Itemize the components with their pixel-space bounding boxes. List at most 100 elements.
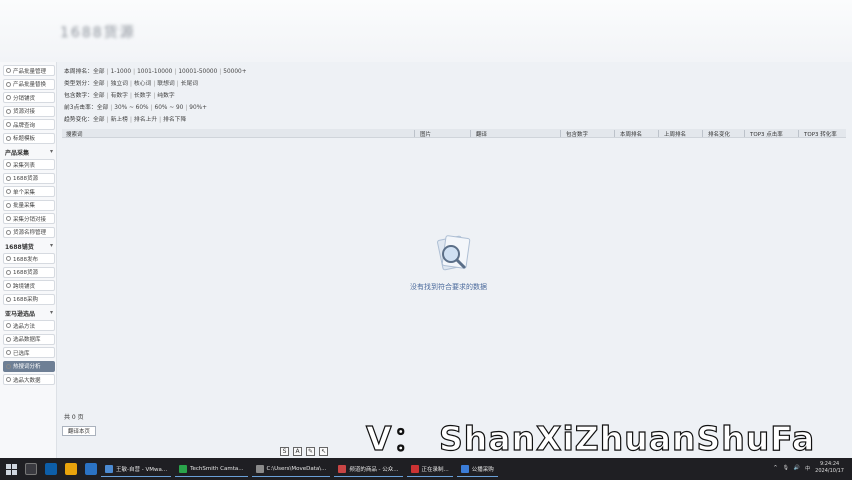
column-header[interactable]: 本周排名 xyxy=(620,130,642,138)
sidebar-item[interactable]: 跨境铺货 xyxy=(3,280,55,291)
sidebar-group-title[interactable]: 1688铺货 ▾ xyxy=(5,242,53,251)
ime-icon[interactable]: 中 xyxy=(805,465,810,472)
terminal-icon[interactable] xyxy=(25,463,37,475)
sidebar-item[interactable]: 产品批量管理 xyxy=(3,65,55,76)
sidebar-item[interactable]: 1688发布 xyxy=(3,253,55,264)
sidebar-item-label: 品牌查询 xyxy=(13,122,36,129)
sidebar-group-title[interactable]: 亚马逊选品 ▾ xyxy=(5,309,53,318)
sidebar-item[interactable]: 单个采集 xyxy=(3,186,55,197)
column-header[interactable]: 翻译 xyxy=(476,130,487,138)
filter-option[interactable]: 90%+ xyxy=(189,105,207,111)
column-header[interactable]: 搜索词 xyxy=(66,130,83,138)
translate-page-button[interactable]: 翻译本页 xyxy=(62,426,96,436)
sidebar-item-label: 货源对接 xyxy=(13,109,36,115)
sidebar-item[interactable]: 货源对接 xyxy=(3,105,55,117)
sidebar-item[interactable]: 货源名称管理 xyxy=(3,226,55,238)
app-icon xyxy=(255,464,264,473)
recorder-edit-icon[interactable]: ✎ xyxy=(306,447,315,456)
monitor-icon[interactable] xyxy=(45,463,57,475)
mic-icon[interactable]: 🎙 xyxy=(783,465,789,471)
filter-option[interactable]: 联想词 xyxy=(157,81,174,87)
sidebar-item[interactable]: 1688采购 xyxy=(3,293,55,305)
filter-option[interactable]: 60% ~ 90 xyxy=(155,105,184,111)
filter-option[interactable]: 独立词 xyxy=(111,81,128,87)
filter-option[interactable]: 1-1000 xyxy=(111,69,132,75)
recorder-toolbar: S A ✎ ↖ xyxy=(280,447,328,456)
column-header[interactable]: 排名变化 xyxy=(708,130,730,138)
filter-option[interactable]: 全部 xyxy=(93,81,105,87)
filter-option[interactable]: 有数字 xyxy=(111,93,128,99)
recorder-s-icon[interactable]: S xyxy=(280,447,289,456)
edge-icon[interactable] xyxy=(85,463,97,475)
filter-option[interactable]: 核心词 xyxy=(134,81,151,87)
taskbar-app[interactable]: TechSmith Camta... xyxy=(175,461,248,477)
sidebar-item[interactable]: 选品方法 xyxy=(3,320,55,331)
filter-row: 趋势变化：全部 | 新上榜 | 排名上升 | 排名下降 xyxy=(64,114,186,123)
column-header[interactable]: TOP3 点击率 xyxy=(750,130,783,138)
filter-option[interactable]: 1001-10000 xyxy=(137,69,172,75)
sidebar-item[interactable]: 分销铺货 xyxy=(3,92,55,103)
sidebar-item[interactable]: 批量采集 xyxy=(3,199,55,211)
sidebar-item-label: 1688采购 xyxy=(13,297,38,303)
taskbar-app[interactable]: 王敏-自营 - VMwa... xyxy=(101,461,172,477)
sidebar-item[interactable]: 热搜词分析 xyxy=(3,360,55,372)
sidebar-item[interactable]: 标题模板 xyxy=(3,132,55,144)
sidebar-item[interactable]: 品牌查询 xyxy=(3,119,55,130)
sidebar-item[interactable]: 产品批量替换 xyxy=(3,78,55,90)
filter-option[interactable]: 50000+ xyxy=(223,69,246,75)
empty-state-message: 没有找到符合要求的数据 xyxy=(410,283,487,291)
sidebar: 产品批量管理 产品批量替换 分销铺货货源对接品牌查询标题模板产品采集 ▾ 采集列表 168… xyxy=(0,62,57,458)
taskbar-app[interactable]: 公播采购 xyxy=(456,461,498,477)
column-header[interactable]: 上周排名 xyxy=(664,130,686,138)
column-header[interactable]: TOP3 转化率 xyxy=(804,130,837,138)
taskbar-app-label: 王敏-自营 - VMwa... xyxy=(116,466,168,473)
filter-option[interactable]: 排名上升 xyxy=(134,117,157,123)
circle-icon xyxy=(6,81,11,87)
filter-separator: | xyxy=(133,69,136,75)
watermark-text: V： ShanXiZhuanShuFa xyxy=(365,418,816,458)
filter-option[interactable]: 全部 xyxy=(93,93,105,99)
column-divider xyxy=(470,130,471,137)
recorder-cursor-icon[interactable]: ↖ xyxy=(319,447,328,456)
sidebar-item[interactable]: 采集分销对接 xyxy=(3,213,55,224)
filter-option[interactable]: 排名下降 xyxy=(163,117,186,123)
filter-option[interactable]: 长数字 xyxy=(134,93,151,99)
folder-icon[interactable] xyxy=(65,463,77,475)
column-header[interactable]: 包含数字 xyxy=(566,130,588,138)
sidebar-item[interactable]: 1688货源 xyxy=(3,266,55,278)
taskbar-app[interactable]: 频道的商品 - 公众... xyxy=(334,461,403,477)
header-title: 1688货源 xyxy=(60,25,136,41)
recorder-text-icon[interactable]: A xyxy=(293,447,302,456)
circle-icon xyxy=(6,216,11,221)
sidebar-item[interactable]: 选品数据库 xyxy=(3,333,55,345)
sidebar-item[interactable]: 采集列表 xyxy=(3,159,55,170)
filter-option[interactable]: 30% ~ 60% xyxy=(114,105,148,111)
volume-icon[interactable]: 🔊 xyxy=(794,465,800,471)
chevron-down-icon: ▾ xyxy=(49,148,53,155)
filter-option[interactable]: 长尾词 xyxy=(181,81,198,87)
filter-option[interactable]: 纯数字 xyxy=(157,93,174,99)
clock[interactable]: 9:24:24 2024/10/17 xyxy=(815,461,844,475)
circle-icon xyxy=(6,108,11,114)
sidebar-item[interactable]: 1688货源 xyxy=(3,172,55,184)
taskbar-app[interactable]: C:\Users\MoveData\... xyxy=(251,461,331,477)
sidebar-item[interactable]: 已选库 xyxy=(3,347,55,358)
filter-option[interactable]: 10001-50000 xyxy=(178,69,217,75)
filter-label: 类型划分： xyxy=(64,81,93,87)
app-header: 1688货源 xyxy=(0,0,852,62)
filter-option[interactable]: 全部 xyxy=(93,117,105,123)
filter-option[interactable]: 全部 xyxy=(97,105,109,111)
sidebar-item-label: 选品大数据 xyxy=(13,377,41,384)
magnifier-doc-icon xyxy=(437,235,471,271)
sidebar-item[interactable]: 选品大数据 xyxy=(3,374,55,385)
sidebar-item-label: 跨境铺货 xyxy=(13,283,36,290)
taskbar-app[interactable]: 正在录制... xyxy=(406,461,453,477)
sidebar-group-title[interactable]: 产品采集 ▾ xyxy=(5,148,53,157)
column-divider xyxy=(702,130,703,137)
filter-option[interactable]: 全部 xyxy=(93,69,105,75)
chevron-up-icon[interactable]: ^ xyxy=(773,465,777,471)
windows-start-icon[interactable] xyxy=(6,463,17,475)
circle-icon xyxy=(6,269,11,275)
filter-option[interactable]: 新上榜 xyxy=(111,117,128,123)
column-header[interactable]: 图片 xyxy=(420,130,431,138)
